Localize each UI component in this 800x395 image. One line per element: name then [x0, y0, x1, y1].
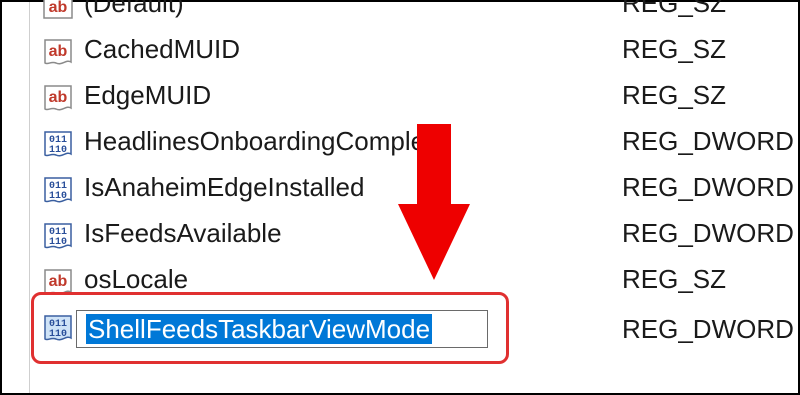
value-type: REG_DWORD — [622, 172, 794, 202]
list-item[interactable]: 011 110 IsAnaheimEdgeInstalled REG_DWORD — [2, 166, 798, 212]
reg-dword-icon: 011 110 — [44, 177, 72, 203]
svg-text:ab: ab — [49, 89, 68, 106]
annotation-highlight-box — [31, 292, 509, 364]
reg-dword-icon: 011 110 — [44, 223, 72, 249]
value-type: REG_DWORD — [622, 126, 794, 156]
list-item[interactable]: ab CachedMUID REG_SZ — [2, 28, 798, 74]
reg-sz-icon: ab — [44, 39, 72, 65]
value-name: IsAnaheimEdgeInstalled — [84, 172, 365, 202]
value-type: REG_SZ — [622, 0, 727, 18]
value-name: CachedMUID — [84, 34, 241, 64]
value-type: REG_DWORD — [622, 218, 794, 248]
value-name: HeadlinesOnboardingComplete — [84, 126, 447, 156]
value-name: (Default) — [84, 0, 184, 18]
reg-sz-icon: ab — [44, 85, 72, 111]
list-item[interactable]: 011 110 IsFeedsAvailable REG_DWORD — [2, 212, 798, 258]
registry-editor-value-list: ab (Default) REG_SZ ab CachedMUID REG_SZ… — [0, 0, 800, 395]
list-item[interactable]: ab EdgeMUID REG_SZ — [2, 74, 798, 120]
value-name: IsFeedsAvailable — [84, 218, 282, 248]
svg-text:110: 110 — [49, 237, 67, 248]
svg-text:110: 110 — [49, 191, 67, 202]
list-item[interactable]: ab (Default) REG_SZ — [2, 0, 798, 28]
svg-text:ab: ab — [49, 43, 68, 60]
svg-text:110: 110 — [49, 145, 67, 156]
svg-text:ab: ab — [49, 0, 68, 16]
value-name: EdgeMUID — [84, 80, 212, 110]
value-name: osLocale — [84, 264, 189, 294]
value-type: REG_SZ — [622, 264, 727, 294]
list-item[interactable]: 011 110 HeadlinesOnboardingComplete REG_… — [2, 120, 798, 166]
value-type: REG_DWORD — [622, 314, 794, 344]
svg-text:ab: ab — [49, 273, 68, 290]
reg-sz-icon: ab — [43, 0, 73, 19]
reg-dword-icon: 011 110 — [44, 131, 72, 157]
value-type: REG_SZ — [622, 80, 727, 110]
value-type: REG_SZ — [622, 34, 727, 64]
